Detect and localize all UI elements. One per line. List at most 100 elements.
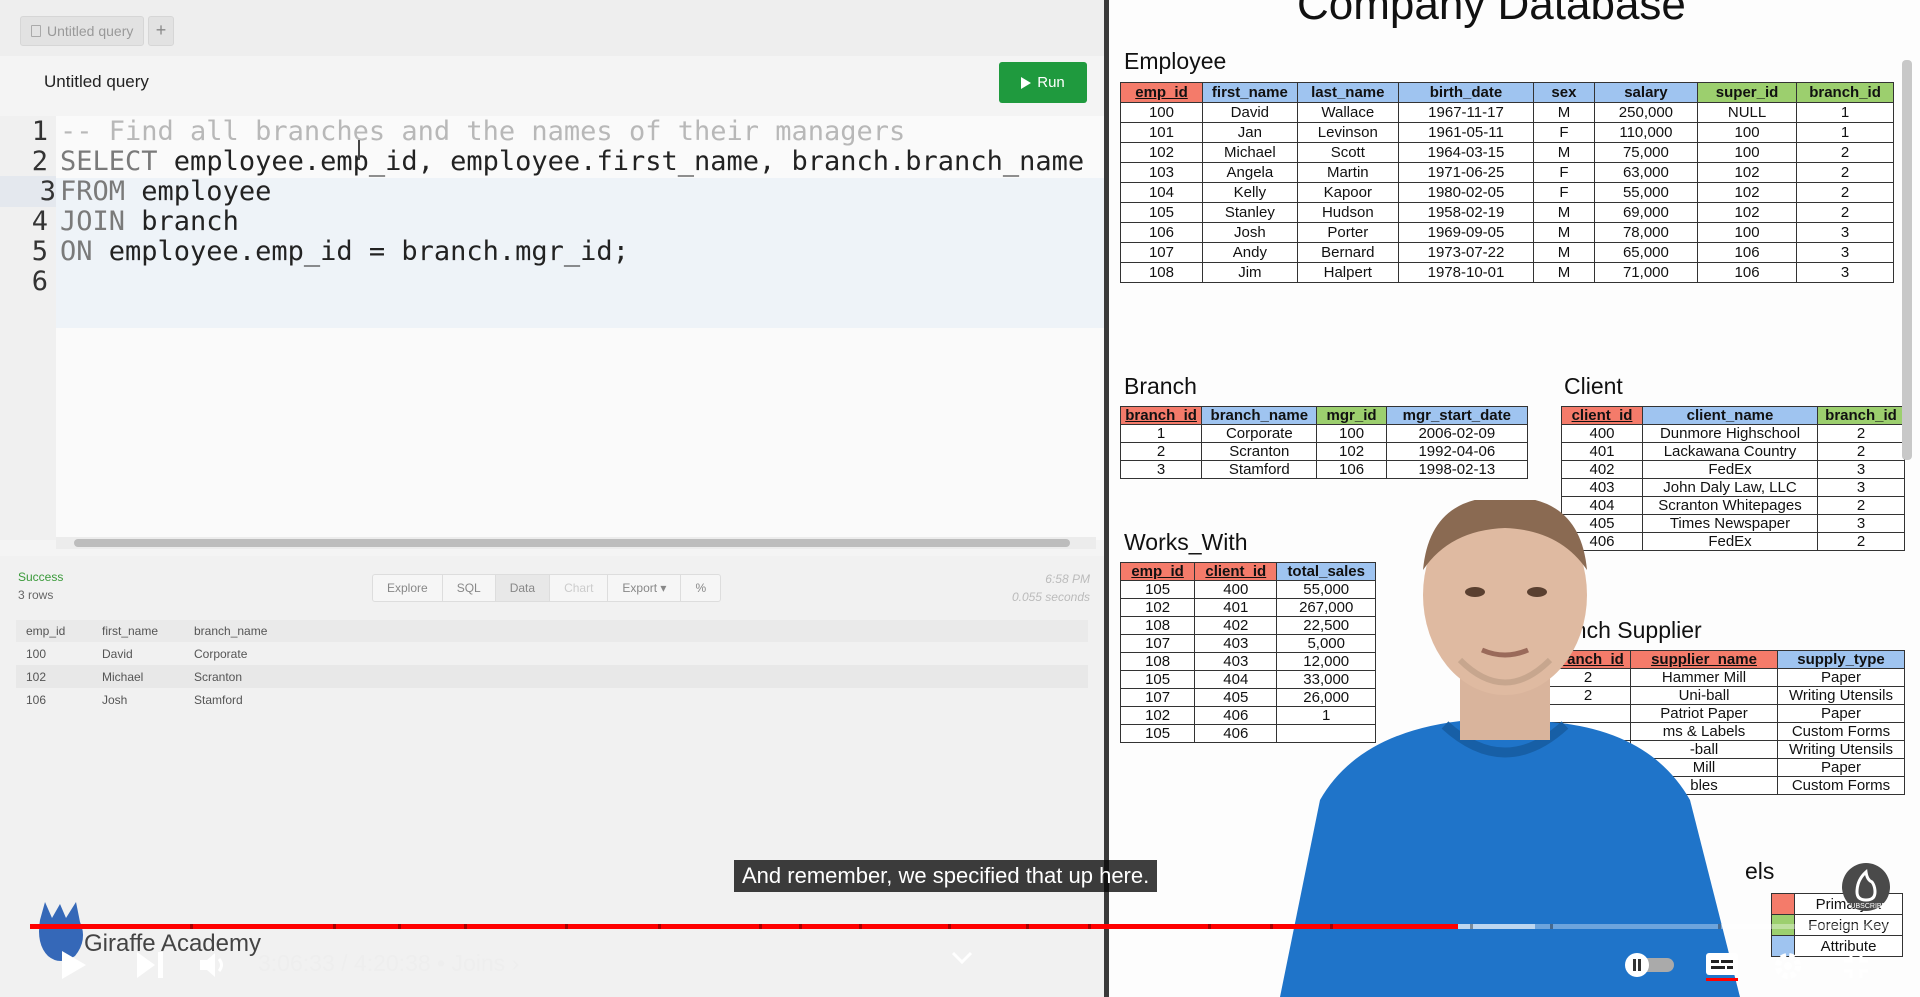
- tab-chart[interactable]: Chart: [550, 575, 609, 601]
- query-tab[interactable]: Untitled query: [20, 16, 145, 46]
- tab-percent[interactable]: %: [681, 575, 720, 601]
- cell: M: [1533, 262, 1595, 283]
- chapter-marker: [799, 924, 802, 929]
- code-text: branch: [125, 206, 239, 237]
- column-header: supply_type: [1777, 650, 1905, 669]
- cell: 104: [1120, 182, 1203, 203]
- code-editor[interactable]: 1 2 3 4 5 6 -- Find all branches and the…: [0, 116, 1104, 540]
- column-header: last_name: [1296, 82, 1399, 103]
- tab-sql[interactable]: SQL: [443, 575, 496, 601]
- tab-export[interactable]: Export ▾: [608, 575, 682, 601]
- cell: 3: [1817, 478, 1905, 497]
- diagram-scrollbar[interactable]: [1902, 60, 1912, 460]
- cell: 1964-03-15: [1397, 142, 1535, 163]
- cell: 1978-10-01: [1397, 262, 1535, 283]
- cell: 107: [1119, 688, 1196, 707]
- cell: Lackawana Country: [1642, 442, 1818, 461]
- cell: 3: [1796, 262, 1894, 283]
- table-header-row: client_id client_name branch_id: [1561, 406, 1905, 425]
- cell: 106: [26, 692, 47, 707]
- chapter-marker: [190, 924, 193, 929]
- chapter-marker: [1718, 924, 1721, 929]
- cell: Bernard: [1296, 242, 1399, 263]
- code-line-from: FROM employee: [60, 176, 271, 207]
- column-header: client_name: [1642, 406, 1818, 425]
- cell: 100: [1316, 424, 1387, 443]
- chapter-title[interactable]: • Joins ›: [437, 950, 519, 976]
- run-label: Run: [1037, 74, 1065, 91]
- column-header: emp_id: [1120, 82, 1203, 103]
- cell: Porter: [1296, 222, 1399, 243]
- chevron-down-icon[interactable]: [950, 950, 974, 966]
- chapter-marker: [565, 924, 568, 929]
- editor-horizontal-scrollbar[interactable]: [56, 537, 1096, 549]
- result-view-tabs: Explore SQL Data Chart Export ▾ %: [372, 574, 722, 602]
- cell: 2: [1796, 202, 1894, 223]
- play-button[interactable]: [56, 948, 90, 982]
- line-number-active: 3: [0, 176, 56, 207]
- cell: 1958-02-19: [1397, 202, 1535, 223]
- column-header[interactable]: emp_id: [16, 620, 92, 642]
- cell: 106: [1316, 460, 1387, 479]
- settings-gear-icon[interactable]: [1772, 950, 1804, 982]
- column-header: birth_date: [1397, 82, 1535, 103]
- next-button[interactable]: [134, 950, 166, 980]
- query-title[interactable]: Untitled query: [44, 72, 149, 92]
- cell: 65,000: [1593, 242, 1699, 263]
- cell: Paper: [1777, 668, 1905, 687]
- table-row: 108 Jim Halpert 1978-10-01 M 71,000 106 3: [1120, 262, 1894, 283]
- cell: 102: [16, 665, 92, 688]
- cell: 1980-02-05: [1397, 182, 1535, 203]
- column-header[interactable]: branch_name: [184, 620, 1088, 642]
- code-text: employee: [125, 176, 272, 207]
- chapter-marker: [1270, 924, 1273, 929]
- add-tab-button[interactable]: +: [148, 16, 174, 46]
- table-row: 403 John Daly Law, LLC 3: [1561, 478, 1905, 497]
- table-row: 102 Michael Scranton: [16, 665, 1088, 688]
- table-row: 106 Josh Stamford: [16, 688, 1088, 711]
- column-header: branch_id: [1796, 82, 1894, 103]
- tab-data[interactable]: Data: [495, 575, 551, 601]
- volume-icon[interactable]: [198, 950, 230, 980]
- cell: 2: [1796, 182, 1894, 203]
- column-header: salary: [1593, 82, 1699, 103]
- cell: 100: [1697, 222, 1798, 243]
- cell: David: [102, 646, 133, 661]
- cell: 402: [1561, 460, 1643, 479]
- cell: 1992-04-06: [1385, 442, 1529, 461]
- code-text: employee.emp_id, employee.first_name, br…: [157, 146, 1085, 177]
- scrollbar-thumb[interactable]: [74, 539, 1070, 547]
- cell: M: [1533, 202, 1595, 223]
- column-header[interactable]: first_name: [92, 620, 184, 642]
- cell: 2: [1817, 424, 1905, 443]
- cell: 100: [1120, 102, 1203, 123]
- line-number: 4: [31, 206, 48, 237]
- cell: Hudson: [1296, 202, 1399, 223]
- result-header-row: emp_id first_name branch_name: [16, 620, 1088, 642]
- tab-explore[interactable]: Explore: [373, 575, 443, 601]
- column-header: sex: [1533, 82, 1595, 103]
- table-row: 1 Corporate 100 2006-02-09: [1119, 424, 1529, 443]
- cell: 2: [1817, 532, 1905, 551]
- exit-fullscreen-icon[interactable]: [1840, 950, 1872, 982]
- table-row: 2 Scranton 102 1992-04-06: [1119, 442, 1529, 461]
- cell: 100: [1697, 122, 1798, 143]
- run-button[interactable]: Run: [999, 62, 1087, 103]
- cell: 1973-07-22: [1397, 242, 1535, 263]
- subtitles-icon[interactable]: [1704, 950, 1740, 982]
- timecode: 3:06:33 / 4:20:38: [258, 950, 431, 976]
- cell: 3: [1796, 242, 1894, 263]
- cell: Scranton: [1201, 442, 1318, 461]
- cell: 401: [1561, 442, 1643, 461]
- chapter-marker: [759, 924, 762, 929]
- subscribe-icon[interactable]: SUBSCRIBE: [1841, 862, 1891, 912]
- column-header: branch_name: [1201, 406, 1318, 425]
- autoplay-toggle[interactable]: [1624, 952, 1676, 978]
- cell: 1: [1796, 102, 1894, 123]
- cell: 1961-05-11: [1397, 122, 1535, 143]
- time-display: 3:06:33 / 4:20:38 • Joins ›: [258, 950, 519, 977]
- video-frame[interactable]: Untitled query + Untitled query Run 1 2 …: [0, 0, 1920, 997]
- table-header-row: branch_id branch_name mgr_id mgr_start_date: [1119, 406, 1529, 425]
- subtitle-caption: And remember, we specified that up here.: [734, 860, 1158, 892]
- progress-bar[interactable]: [30, 924, 1890, 929]
